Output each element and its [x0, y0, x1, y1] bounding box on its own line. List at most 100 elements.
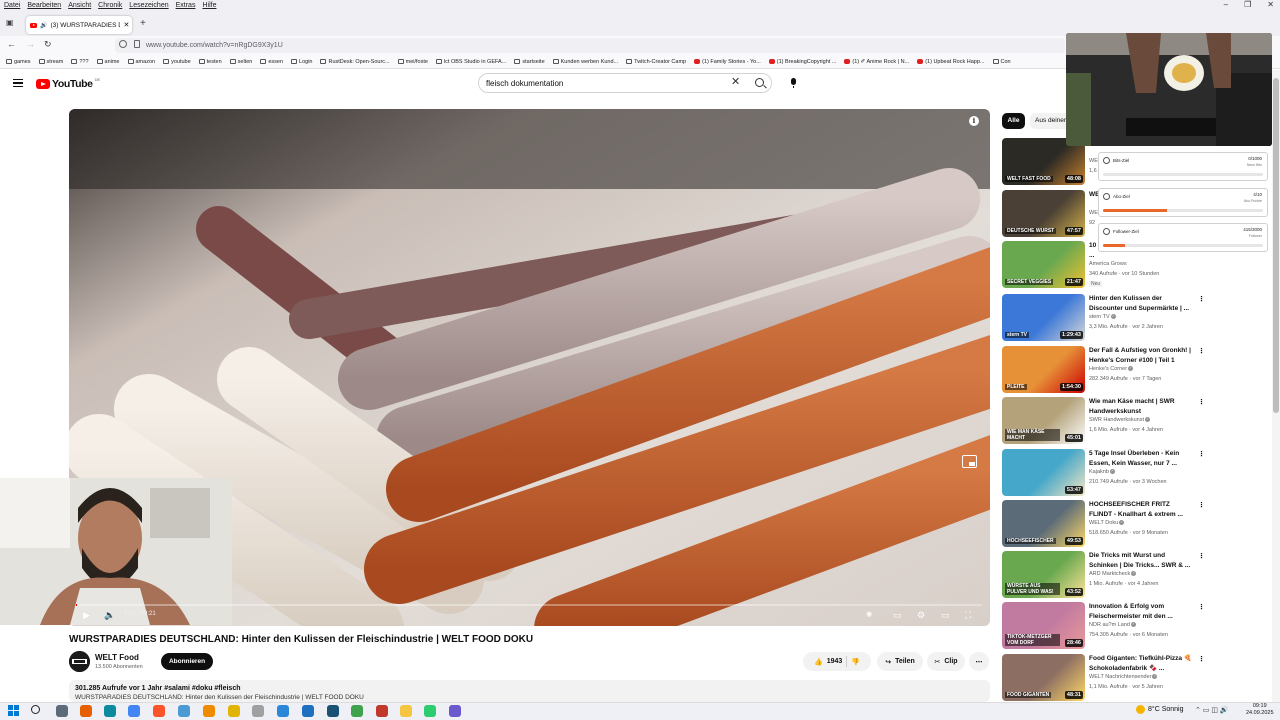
recommendation-thumbnail[interactable]: SECRET VEGGIES 21:47: [1002, 241, 1085, 288]
recommendation-channel[interactable]: WELT Nachrichtensender ✓: [1089, 674, 1158, 680]
recommendation-item[interactable]: WÜRSTE AUS PULVER UND WAS! 43:52 Die Trick…: [1002, 551, 1272, 599]
share-button[interactable]: ↪ Teilen: [877, 652, 923, 671]
recommendation-title[interactable]: Die Tricks mit Wurst und Schinken | Die …: [1089, 551, 1194, 570]
menu-extras[interactable]: Extras: [176, 2, 196, 9]
bookmark-item[interactable]: selten: [229, 59, 252, 65]
recommendation-channel[interactable]: WE: [1089, 210, 1098, 216]
tab-close-icon[interactable]: ✕: [123, 21, 129, 29]
bookmark-item[interactable]: essen: [260, 59, 283, 65]
info-icon[interactable]: i: [969, 116, 979, 126]
recommendation-thumbnail[interactable]: DEUTSCHE WURST 47:57: [1002, 190, 1085, 237]
menu-bookmarks[interactable]: Lesezeichen: [129, 2, 168, 9]
microphone-icon[interactable]: [791, 78, 796, 88]
taskbar-search-icon[interactable]: [31, 705, 40, 714]
clear-search-icon[interactable]: ✕: [731, 77, 740, 88]
tab-overview-icon[interactable]: ▣: [6, 18, 14, 27]
recommendation-title[interactable]: Wie man Käse macht | SWR Handwerkskunst: [1089, 397, 1194, 416]
bookmark-item[interactable]: (1) Family Stories - Yo...: [694, 59, 761, 65]
recommendation-thumbnail[interactable]: FOOD GIGANTEN 48:31: [1002, 654, 1085, 701]
audio-playing-icon[interactable]: 🔊: [40, 22, 47, 29]
play-icon[interactable]: ▶: [83, 610, 90, 621]
vlc-icon[interactable]: [203, 705, 215, 717]
recommendation-thumbnail[interactable]: 53:47: [1002, 449, 1085, 496]
recommendation-title[interactable]: Hinter den Kulissen der Discounter und S…: [1089, 294, 1194, 313]
bookmark-item[interactable]: (1) ✐ Anime Rock | N...: [844, 59, 909, 65]
more-vertical-icon[interactable]: ⋮: [1198, 655, 1205, 663]
theater-mode-icon[interactable]: ▭: [941, 610, 950, 621]
close-window-button[interactable]: ✕: [1267, 0, 1274, 9]
menu-edit[interactable]: Bearbeiten: [27, 2, 61, 9]
recommendation-item[interactable]: stern TV 1:29:43 Hinter den Kulissen der D…: [1002, 294, 1272, 342]
more-vertical-icon[interactable]: ⋮: [1198, 552, 1205, 560]
menu-history[interactable]: Chronik: [98, 2, 122, 9]
recommendation-channel[interactable]: NDR au?m Land ✓: [1089, 622, 1136, 628]
filter-chip-all[interactable]: Alle: [1002, 113, 1025, 129]
menu-hamburger-icon[interactable]: [13, 79, 23, 87]
minimize-button[interactable]: –: [1224, 0, 1228, 9]
search-icon[interactable]: [755, 78, 764, 87]
recommendation-item[interactable]: WIE MAN KÄSE MACHT 45:01 Wie man Käse mach…: [1002, 397, 1272, 445]
recommendation-thumbnail[interactable]: PLEITE 1:54:30: [1002, 346, 1085, 393]
bookmark-item[interactable]: games: [6, 59, 31, 65]
maximize-button[interactable]: ❐: [1244, 0, 1251, 9]
menu-file[interactable]: Datei: [4, 2, 20, 9]
more-vertical-icon[interactable]: ⋮: [1198, 347, 1205, 355]
bookmark-item[interactable]: RustDesk: Open-Sourc...: [320, 59, 390, 65]
autoplay-toggle-icon[interactable]: ◉: [866, 610, 872, 618]
bookmark-item[interactable]: stream: [38, 59, 63, 65]
recommendation-title[interactable]: Innovation & Erfolg vom Fleischermeister…: [1089, 602, 1194, 621]
bookmark-item[interactable]: youtube: [163, 59, 191, 65]
youtube-logo[interactable]: YouTube DE: [36, 77, 100, 90]
taskbar-clock[interactable]: 09:19 24.09.2025: [1246, 703, 1274, 717]
shield-icon[interactable]: [119, 40, 127, 48]
like-button[interactable]: 👍 1943: [814, 658, 842, 666]
app-icon[interactable]: [327, 705, 339, 717]
recommendation-thumbnail[interactable]: WÜRSTE AUS PULVER UND WAS! 43:52: [1002, 551, 1085, 598]
app-icon[interactable]: [351, 705, 363, 717]
recommendation-title[interactable]: HOCHSEEFISCHER FRITZ FLINDT - Knallhart …: [1089, 500, 1194, 519]
forward-arrow-icon[interactable]: →: [26, 39, 35, 49]
channel-name[interactable]: WELT Food: [95, 653, 139, 662]
system-tray-icons[interactable]: ⌃ ▭ ◫ 🔊: [1195, 706, 1229, 714]
more-vertical-icon[interactable]: ⋮: [1198, 398, 1205, 406]
recommendation-title[interactable]: Food Giganten: Tiefkühl-Pizza 🍕 Schokola…: [1089, 654, 1194, 673]
bookmark-item[interactable]: ???: [71, 59, 89, 65]
more-vertical-icon[interactable]: ⋮: [1198, 295, 1205, 303]
app-icon[interactable]: [228, 705, 240, 717]
weather-widget[interactable]: 8°C Sonnig: [1136, 705, 1184, 714]
more-vertical-icon[interactable]: ⋮: [1198, 501, 1205, 509]
recommendation-thumbnail[interactable]: TIKTOK-METZGER VOM DORF 28:46: [1002, 602, 1085, 649]
recommendation-item[interactable]: TIKTOK-METZGER VOM DORF 28:46 Innovation &…: [1002, 602, 1272, 650]
more-actions-button[interactable]: ⋯: [969, 652, 989, 671]
bookmark-item[interactable]: mei/foste: [397, 59, 428, 65]
subtitles-icon[interactable]: ▭: [893, 610, 902, 621]
recommendation-item[interactable]: FOOD GIGANTEN 48:31 Food Giganten: Tiefküh…: [1002, 654, 1272, 702]
brave-icon[interactable]: [153, 705, 165, 717]
recommendation-thumbnail[interactable]: stern TV 1:29:43: [1002, 294, 1085, 341]
edge-icon[interactable]: [104, 705, 116, 717]
miniplayer-icon[interactable]: [962, 455, 977, 468]
bookmark-item[interactable]: Login: [291, 59, 312, 65]
subscribe-button[interactable]: Abonnieren: [161, 653, 213, 670]
app-icon[interactable]: [376, 705, 388, 717]
bookmark-item[interactable]: startseite: [514, 59, 545, 65]
new-tab-button[interactable]: +: [140, 18, 146, 29]
folder-icon[interactable]: [400, 705, 412, 717]
recommendation-item[interactable]: HOCHSEEFISCHER 49:53 HOCHSEEFISCHER FRITZ …: [1002, 500, 1272, 548]
recommendation-item[interactable]: PLEITE 1:54:30 Der Fall & Aufstieg von Gro…: [1002, 346, 1272, 394]
channel-avatar[interactable]: [69, 651, 90, 672]
recommendation-channel[interactable]: stern TV ✓: [1089, 314, 1116, 320]
recommendation-channel[interactable]: America Grows: [1089, 261, 1127, 267]
settings-gear-icon[interactable]: ⚙: [917, 610, 925, 621]
recommendation-title[interactable]: Der Fall & Aufstieg von Gronkh! | Henke'…: [1089, 346, 1194, 365]
recommendation-channel[interactable]: Kajaknb ✓: [1089, 469, 1115, 475]
url-bar[interactable]: www.youtube.com/watch?v=nRgDG9X3y1U: [115, 38, 1065, 53]
video-progress-bar[interactable]: [76, 604, 982, 606]
bookmark-item[interactable]: Con: [992, 59, 1011, 65]
more-vertical-icon[interactable]: ⋮: [1198, 450, 1205, 458]
bookmark-item[interactable]: Kunden werben Kund...: [552, 59, 618, 65]
bookmark-item[interactable]: testen: [198, 59, 222, 65]
description-box[interactable]: 301.285 Aufrufe vor 1 Jahr #salami #doku…: [69, 680, 990, 702]
recommendation-item[interactable]: 53:47 5 Tage Insel Überleben - Kein Essen…: [1002, 449, 1272, 497]
volume-icon[interactable]: 🔈: [104, 610, 115, 621]
